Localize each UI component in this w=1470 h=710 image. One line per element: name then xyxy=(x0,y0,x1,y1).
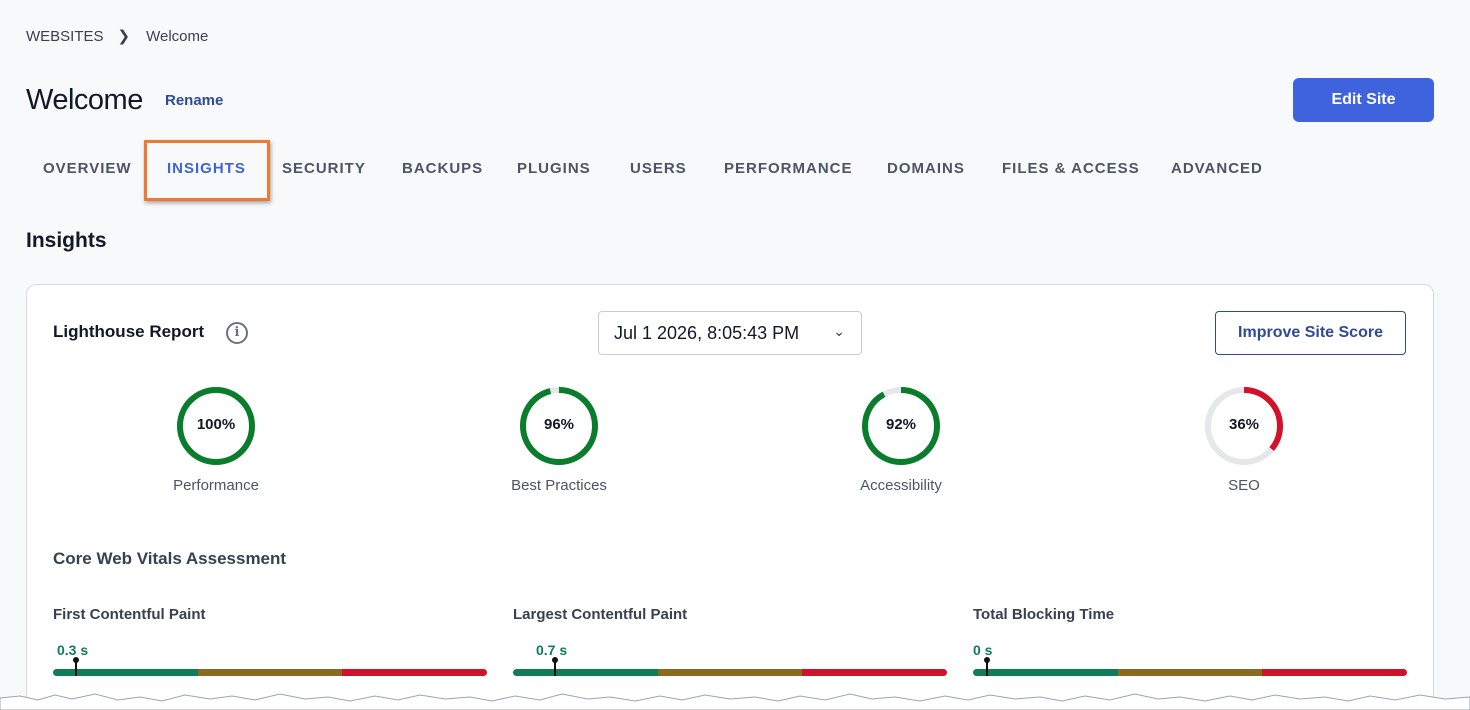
tab-performance[interactable]: PERFORMANCE xyxy=(724,160,853,177)
insights-tab-highlight xyxy=(144,140,270,201)
rename-link[interactable]: Rename xyxy=(165,92,223,109)
metric-value: 0.3 s xyxy=(57,642,89,658)
bar-segment-needs-improvement xyxy=(197,669,343,676)
score-label: Performance xyxy=(173,477,259,494)
score-label: SEO xyxy=(1228,477,1260,494)
bar-segment-poor xyxy=(342,669,487,676)
score-gauge-performance: 100% Performance xyxy=(136,385,296,494)
score-label: Accessibility xyxy=(860,477,942,494)
metric-name: Largest Contentful Paint xyxy=(513,606,688,623)
metric-value: 0 s xyxy=(973,642,993,658)
score-value: 96% xyxy=(543,416,575,433)
score-value: 92% xyxy=(885,416,917,433)
tab-overview[interactable]: OVERVIEW xyxy=(43,160,132,177)
bar-segment-poor xyxy=(1262,669,1407,676)
bar-segment-good xyxy=(973,669,1118,676)
bar-segment-needs-improvement xyxy=(657,669,803,676)
metric-total-blocking-time: Total Blocking Time 0 s xyxy=(973,606,1407,676)
breadcrumb-current: Welcome xyxy=(146,27,209,45)
metric-bar xyxy=(53,669,487,676)
torn-edge xyxy=(0,693,1470,710)
metric-name: Total Blocking Time xyxy=(973,606,1115,623)
tab-users[interactable]: USERS xyxy=(630,160,687,177)
metric-marker xyxy=(73,657,79,676)
score-gauge-seo: 36% SEO xyxy=(1164,385,1324,494)
tab-security[interactable]: SECURITY xyxy=(282,160,366,177)
tab-advanced[interactable]: ADVANCED xyxy=(1171,160,1263,177)
bar-segment-good xyxy=(513,669,658,676)
metric-name: First Contentful Paint xyxy=(53,606,206,623)
metric-bar xyxy=(973,669,1407,676)
core-web-vitals-title: Core Web Vitals Assessment xyxy=(53,549,287,568)
metric-marker xyxy=(552,657,558,676)
bar-segment-needs-improvement xyxy=(1117,669,1263,676)
lighthouse-report-title: Lighthouse Report xyxy=(53,322,205,341)
page-title: Welcome xyxy=(26,84,143,116)
section-title: Insights xyxy=(26,229,107,252)
metric-largest-contentful-paint: Largest Contentful Paint 0.7 s xyxy=(513,606,947,676)
breadcrumb: WEBSITES ❯ Welcome xyxy=(26,27,209,46)
score-value: 100% xyxy=(196,416,236,433)
bar-segment-poor xyxy=(802,669,947,676)
chevron-right-icon: ❯ xyxy=(117,28,131,45)
report-date-select[interactable]: Jul 1 2026, 8:05:43 PM ⌄ xyxy=(598,311,862,355)
info-icon[interactable]: i xyxy=(226,322,248,344)
report-date-value: Jul 1 2026, 8:05:43 PM xyxy=(614,322,800,343)
metric-marker xyxy=(984,657,990,676)
score-gauge-best-practices: 96% Best Practices xyxy=(479,385,639,494)
metric-value: 0.7 s xyxy=(536,642,568,658)
chevron-down-icon: ⌄ xyxy=(833,323,845,339)
edit-site-button[interactable]: Edit Site xyxy=(1293,78,1434,122)
tab-domains[interactable]: DOMAINS xyxy=(887,160,965,177)
score-gauge-accessibility: 92% Accessibility xyxy=(821,385,981,494)
score-label: Best Practices xyxy=(511,477,607,494)
tab-plugins[interactable]: PLUGINS xyxy=(517,160,591,177)
breadcrumb-websites-link[interactable]: WEBSITES xyxy=(26,28,104,45)
tab-backups[interactable]: BACKUPS xyxy=(402,160,483,177)
metric-first-contentful-paint: First Contentful Paint 0.3 s xyxy=(53,606,487,676)
tab-files-access[interactable]: FILES & ACCESS xyxy=(1002,160,1140,177)
metric-bar xyxy=(513,669,947,676)
score-value: 36% xyxy=(1228,416,1260,433)
improve-site-score-button[interactable]: Improve Site Score xyxy=(1215,311,1406,355)
